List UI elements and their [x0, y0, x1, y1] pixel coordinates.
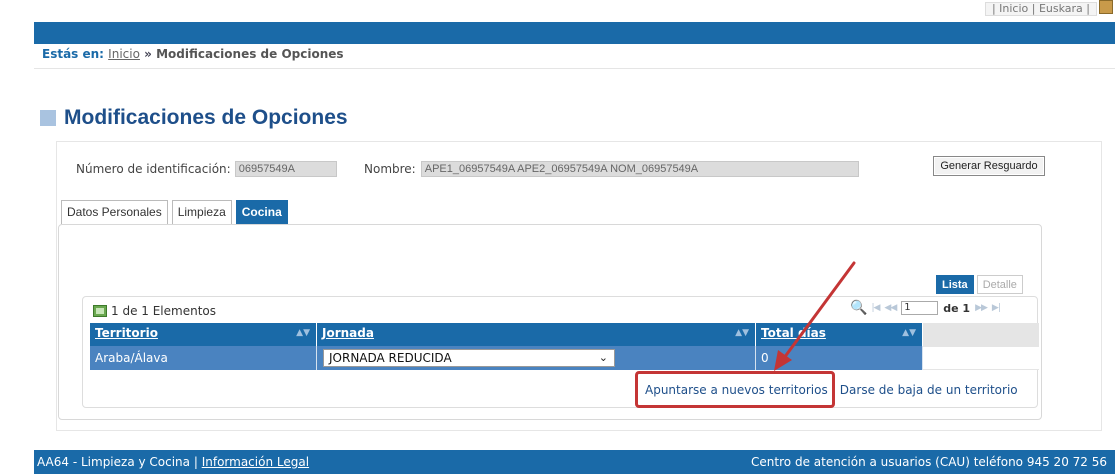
jornada-select[interactable]: JORNADA REDUCIDA ⌄: [323, 349, 615, 367]
element-count: 1 de 1 Elementos: [93, 304, 216, 318]
grid-header: Territorio ▲▼ Jornada ▲▼ Total días ▲▼: [90, 323, 1039, 346]
sort-icon: ▲▼: [296, 328, 310, 338]
last-page-icon[interactable]: ▶|: [992, 303, 1001, 313]
page-total-text: de 1: [943, 301, 971, 315]
breadcrumb-divider: [34, 68, 1115, 69]
pager: 🔍 |◀ ◀◀ 1 de 1 ▶▶ ▶|: [850, 300, 1005, 316]
generate-receipt-button[interactable]: Generar Resguardo: [933, 156, 1045, 176]
name-value-field: APE1_06957549A APE2_06957549A NOM_069575…: [420, 161, 859, 177]
breadcrumb-separator: »: [144, 47, 152, 61]
page-title-text: Modificaciones de Opciones: [64, 106, 348, 129]
subtab-lista[interactable]: Lista: [936, 275, 974, 294]
user-avatar[interactable]: [1099, 0, 1113, 14]
next-page-icon[interactable]: ▶▶: [975, 303, 988, 313]
top-utility-bar: | Inicio | Euskara |: [0, 0, 1115, 22]
jornada-select-value: JORNADA REDUCIDA: [329, 351, 452, 365]
first-page-icon[interactable]: |◀: [871, 303, 880, 313]
breadcrumb-label: Estás en:: [42, 47, 104, 61]
id-value-field: 06957549A: [234, 161, 337, 177]
title-square-icon: [40, 110, 56, 126]
name-label: Nombre:: [364, 162, 416, 176]
legal-info-link[interactable]: Información Legal: [202, 455, 309, 469]
element-count-text: 1 de 1 Elementos: [111, 304, 216, 318]
top-links[interactable]: | Inicio | Euskara |: [984, 2, 1097, 16]
subtab-detalle[interactable]: Detalle: [976, 275, 1023, 294]
id-field-row: Número de identificación: 06957549A: [76, 161, 337, 177]
column-header-territorio[interactable]: Territorio ▲▼: [90, 323, 317, 346]
tab-datos-personales[interactable]: Datos Personales: [61, 200, 168, 224]
column-header-jornada[interactable]: Jornada ▲▼: [317, 323, 756, 346]
name-field-row: Nombre: APE1_06957549A APE2_06957549A NO…: [364, 161, 859, 177]
breadcrumb-home-link[interactable]: Inicio: [108, 47, 140, 61]
tab-cocina[interactable]: Cocina: [235, 200, 288, 224]
page-number-input[interactable]: 1: [901, 301, 939, 315]
cell-territorio: Araba/Álava: [90, 346, 317, 370]
breadcrumb: Estás en: Inicio » Modificaciones de Opc…: [42, 47, 344, 61]
view-toggle: Lista Detalle: [936, 275, 1026, 294]
header-bar: [34, 22, 1115, 44]
sort-icon: ▲▼: [735, 328, 749, 338]
footer-bar: AA64 - Limpieza y Cocina | Información L…: [34, 450, 1115, 474]
column-header-territorio-label: Territorio: [95, 326, 158, 340]
prev-page-icon[interactable]: ◀◀: [884, 303, 897, 313]
breadcrumb-current: Modificaciones de Opciones: [156, 47, 344, 61]
page-title: Modificaciones de Opciones: [40, 106, 348, 130]
chevron-down-icon: ⌄: [598, 351, 608, 364]
footer-left: AA64 - Limpieza y Cocina | Información L…: [37, 455, 309, 469]
footer-contact: Centro de atención a usuarios (CAU) telé…: [751, 455, 1107, 469]
cell-blank: [923, 346, 1039, 370]
elements-icon: [93, 305, 107, 317]
sort-icon: ▲▼: [902, 328, 916, 338]
leave-territory-link[interactable]: Darse de baja de un territorio: [840, 383, 1018, 397]
tab-limpieza[interactable]: Limpieza: [171, 200, 232, 224]
annotation-arrow-icon: [774, 261, 856, 371]
column-header-jornada-label: Jornada: [322, 326, 374, 340]
table-row[interactable]: Araba/Álava JORNADA REDUCIDA ⌄ 0: [90, 346, 1039, 370]
footer-app-name: AA64 - Limpieza y Cocina |: [37, 455, 198, 469]
left-margin: [0, 0, 34, 474]
tab-bar: Datos Personales Limpieza Cocina: [61, 200, 292, 224]
id-label: Número de identificación:: [76, 162, 231, 176]
column-header-blank: [923, 323, 1039, 346]
cell-jornada: JORNADA REDUCIDA ⌄: [317, 346, 756, 370]
